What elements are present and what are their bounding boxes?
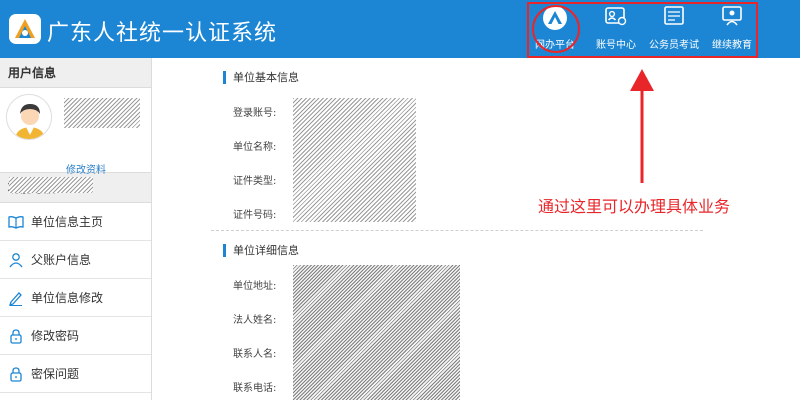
highlight-circle	[532, 5, 580, 53]
sidebar-item-label: 单位信息修改	[31, 291, 104, 305]
lock-icon	[10, 329, 22, 344]
exam-icon	[664, 6, 684, 25]
basic-info-title: 单位基本信息	[223, 71, 299, 84]
book-icon	[8, 216, 24, 229]
annotation-text: 通过这里可以办理具体业务	[538, 197, 731, 216]
annotation-arrow	[630, 69, 654, 183]
sidebar-item-change-password[interactable]: 修改密码	[0, 317, 151, 355]
field-label-legal-rep: 法人姓名:	[233, 315, 277, 326]
field-label-login: 登录账号:	[233, 108, 277, 119]
field-label-contact-phone: 联系电话:	[233, 383, 277, 394]
guangdong-hrss-logo	[9, 14, 41, 44]
top-header: 广东人社统一认证系统 网办平台 账号中心 公务员考试 继续教育	[0, 0, 800, 58]
edit-profile-link[interactable]: 修改资料	[66, 161, 106, 176]
basic-info-redacted	[293, 98, 416, 222]
field-label-id-number: 证件号码:	[233, 210, 277, 221]
nav-civil-exam[interactable]: 公务员考试	[646, 0, 702, 56]
main-content: 单位基本信息 登录账号: 单位名称: 证件类型: 证件号码: 单位详细信息 单位…	[153, 58, 800, 400]
sidebar-item-label: 父账户信息	[31, 253, 92, 267]
pen-icon	[8, 292, 22, 306]
field-label-unit-name: 单位名称:	[233, 142, 277, 153]
avatar	[6, 94, 52, 140]
sidebar-item-label: 修改密码	[31, 329, 80, 343]
field-label-contact-name: 联系人名:	[233, 349, 277, 360]
education-icon	[722, 6, 742, 26]
user-info-card: 修改资料	[0, 88, 151, 193]
account-card-icon	[605, 7, 627, 26]
user-icon	[9, 253, 23, 268]
nav-civil-exam-label: 公务员考试	[649, 40, 699, 51]
username-redacted	[64, 98, 140, 128]
field-label-address: 单位地址:	[233, 281, 277, 292]
lock-icon	[10, 367, 22, 382]
nav-continuing-education-label: 继续教育	[712, 40, 752, 51]
user-info-heading: 用户信息	[0, 58, 151, 88]
nav-account-center-label: 账号中心	[596, 40, 636, 51]
sidebar-item-parent-account[interactable]: 父账户信息	[0, 241, 151, 279]
org-name-redacted	[9, 177, 93, 193]
sidebar-item-unit-edit[interactable]: 单位信息修改	[0, 279, 151, 317]
detail-info-title: 单位详细信息	[223, 244, 299, 257]
detail-info-redacted	[293, 265, 460, 400]
sidebar-item-label: 密保问题	[31, 367, 80, 381]
sidebar-item-unit-home[interactable]: 单位信息主页	[0, 203, 151, 241]
sidebar: 用户信息 修改资料 功能导航 单位信息主页 父账户信息	[0, 58, 152, 400]
nav-continuing-education[interactable]: 继续教育	[706, 0, 758, 56]
field-label-id-type: 证件类型:	[233, 176, 277, 187]
sidebar-item-security-question[interactable]: 密保问题	[0, 355, 151, 393]
sidebar-item-label: 单位信息主页	[31, 215, 104, 229]
app-title: 广东人社统一认证系统	[47, 21, 278, 46]
nav-account-center[interactable]: 账号中心	[588, 0, 644, 56]
section-divider	[211, 230, 703, 231]
